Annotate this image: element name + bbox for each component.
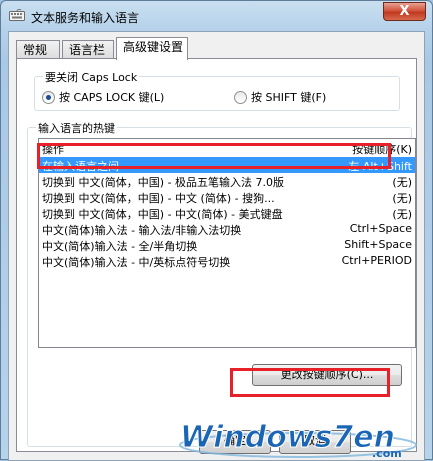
hotkey-row[interactable]: 切换到 中文(简体，中国) - 中文(简体) - 美式键盘 (无) (39, 205, 415, 221)
tab-language-bar[interactable]: 语言栏 (62, 40, 114, 59)
hotkey-row[interactable]: 切换到 中文(简体，中国) - 中文 (简体) - 搜狗... (无) (39, 189, 415, 205)
watermark-text: Windows7en (180, 420, 395, 455)
hotkey-row[interactable]: 中文(简体)输入法 - 中/英标点符号切换 Ctrl+PERIOD (39, 253, 415, 269)
hotkeys-list[interactable]: 操作 按键顺序(K) 在输入语言之间 左 Alt+Shift 切换到 中文(简体… (38, 138, 416, 348)
dialog-content: 常规 语言栏 高级键设置 要关闭 Caps Lock 按 CAPS LOCK 键… (8, 31, 425, 461)
caps-lock-group: 要关闭 Caps Lock 按 CAPS LOCK 键(L) 按 SHIFT 键… (34, 69, 400, 111)
close-button[interactable]: X (383, 2, 426, 21)
hotkey-row[interactable]: 在输入语言之间 左 Alt+Shift (39, 157, 415, 173)
keyboard-icon (9, 9, 25, 21)
tab-general[interactable]: 常规 (16, 40, 60, 59)
radio-checked-icon (42, 90, 55, 104)
close-icon: X (399, 4, 410, 19)
change-key-sequence-button[interactable]: 更改按键顺序(C)... (252, 364, 402, 386)
site-watermark-logo: Windows7en .com (179, 420, 417, 460)
tab-panel-advanced: 要关闭 Caps Lock 按 CAPS LOCK 键(L) 按 SHIFT 键… (16, 58, 417, 452)
column-action: 操作 (42, 143, 64, 156)
hotkey-row[interactable]: 中文(简体)输入法 - 输入法/非输入法切换 Ctrl+Space (39, 221, 415, 237)
window-title: 文本服务和输入语言 (31, 11, 140, 25)
tab-advanced-key-settings[interactable]: 高级键设置 (116, 37, 188, 60)
list-header: 操作 按键顺序(K) (39, 139, 415, 156)
title-bar[interactable]: 文本服务和输入语言 X (1, 1, 432, 31)
hotkeys-group: 输入语言的热键 操作 按键顺序(K) 在输入语言之间 左 Alt+Shift 切… (27, 120, 416, 447)
column-key-sequence: 按键顺序(K) (352, 143, 412, 156)
radio-caps-lock-label: 按 CAPS LOCK 键(L) (59, 91, 165, 104)
radio-shift-key[interactable]: 按 SHIFT 键(F) (234, 89, 326, 105)
hotkey-row[interactable]: 切换到 中文(简体，中国) - 极品五笔输入法 7.0版 (无) (39, 173, 415, 189)
caps-lock-group-label: 要关闭 Caps Lock (43, 69, 140, 85)
dialog-window: 文本服务和输入语言 X 常规 语言栏 高级键设置 要关闭 Caps Lock 按… (0, 0, 433, 461)
radio-unchecked-icon (234, 90, 247, 104)
radio-caps-lock-key[interactable]: 按 CAPS LOCK 键(L) (42, 89, 164, 105)
watermark-domain: .com (372, 447, 402, 460)
hotkey-row[interactable]: 中文(简体)输入法 - 全/半角切换 Shift+Space (39, 237, 415, 253)
radio-shift-label: 按 SHIFT 键(F) (251, 91, 327, 104)
hotkeys-group-label: 输入语言的热键 (36, 120, 117, 136)
